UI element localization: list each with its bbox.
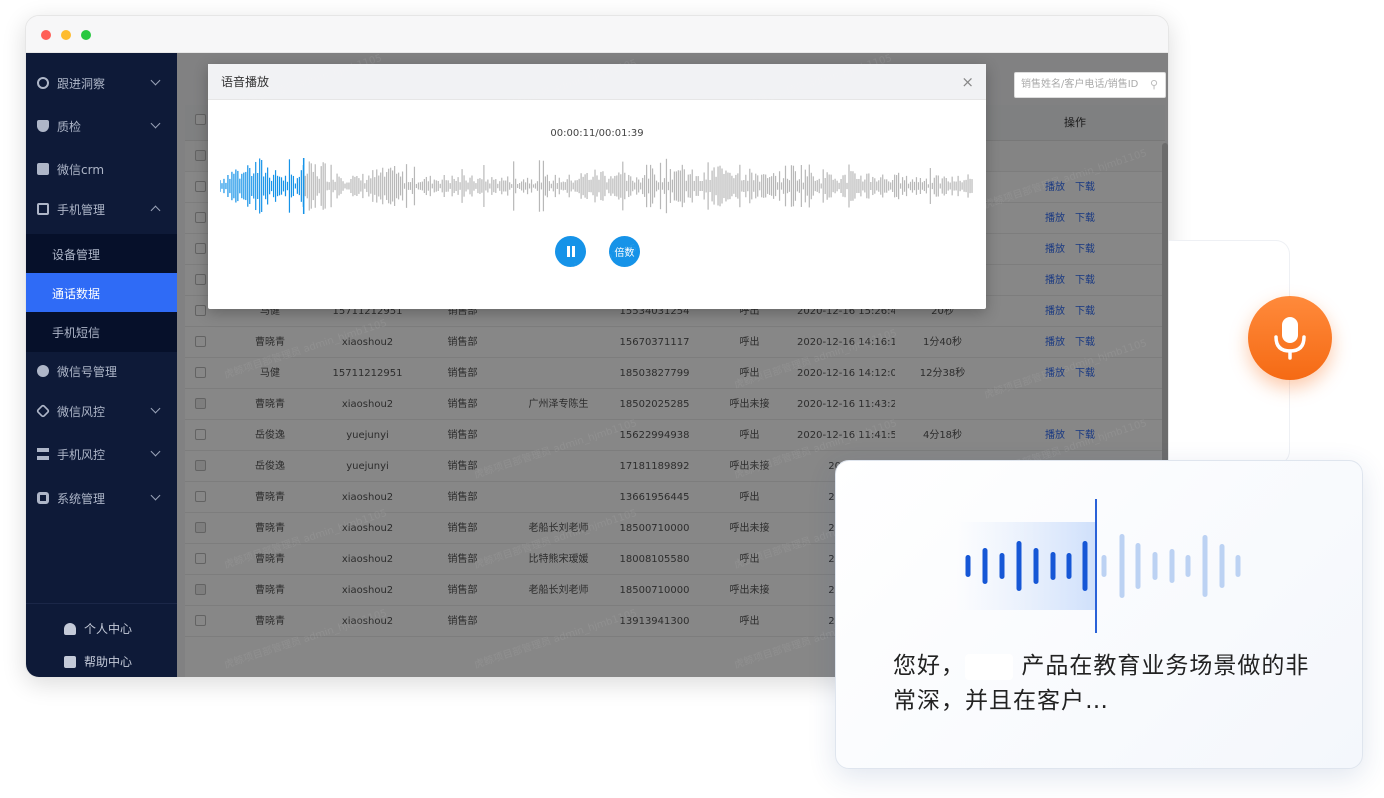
minimize-window-dot[interactable] [61, 30, 71, 40]
sidebar-subitem-label: 手机短信 [52, 325, 101, 340]
voice-bar [1235, 555, 1241, 577]
microphone-button[interactable] [1248, 296, 1332, 380]
sidebar-subitem-call-data[interactable]: 通话数据 [26, 273, 177, 313]
audio-waveform[interactable] [220, 156, 974, 216]
sidebar-item-qc[interactable]: 质检 [26, 106, 177, 146]
sidebar-item-insight[interactable]: 跟进洞察 [26, 63, 177, 103]
phone-risk-icon [37, 448, 49, 460]
sidebar-item-system[interactable]: 系统管理 [26, 478, 177, 518]
voice-bar [1033, 548, 1039, 584]
help-icon [64, 655, 76, 668]
voice-bar [1169, 549, 1175, 583]
sidebar-subitem-label: 通话数据 [52, 286, 101, 301]
voice-bar [1135, 543, 1141, 589]
sidebar-item-phone-risk[interactable]: 手机风控 [26, 434, 177, 474]
voice-bar [1101, 555, 1107, 577]
shield-icon [37, 120, 49, 132]
sidebar-item-label: 跟进洞察 [57, 76, 106, 91]
insight-icon [37, 77, 49, 89]
user-icon [64, 622, 76, 635]
chevron-up-icon [150, 205, 161, 216]
sidebar-item-wechat-crm[interactable]: 微信crm [26, 149, 177, 189]
transcript-before: 您好， [893, 653, 965, 679]
transcript-text: 您好， 产品在教育业务场景做的非常深，并且在客户… [893, 649, 1323, 719]
risk-icon [35, 403, 51, 419]
audio-player-modal: 语音播放 × 00:00:11/00:01:39 倍数 [208, 64, 986, 309]
sidebar-item-wechat-accounts[interactable]: 微信号管理 [26, 351, 177, 391]
wave-highlight [956, 522, 1096, 610]
close-window-dot[interactable] [41, 30, 51, 40]
sidebar-item-label: 微信crm [57, 162, 105, 177]
crm-icon [37, 163, 49, 175]
sidebar-subitem-device[interactable]: 设备管理 [26, 234, 177, 274]
voice-bar [1202, 535, 1208, 597]
personal-center-label: 个人中心 [84, 622, 133, 636]
voice-bar [1082, 541, 1088, 591]
maximize-window-dot[interactable] [81, 30, 91, 40]
phone-icon [37, 203, 49, 215]
chevron-down-icon [150, 446, 161, 457]
pause-icon [566, 246, 575, 257]
voice-bar [1219, 544, 1225, 588]
sidebar-footer: 个人中心 帮助中心 [26, 603, 177, 677]
modal-header: 语音播放 × [208, 64, 986, 100]
sidebar-item-label: 手机风控 [57, 447, 106, 462]
help-center-label: 帮助中心 [84, 655, 133, 669]
modal-title: 语音播放 [221, 75, 270, 89]
voice-bar [982, 548, 988, 584]
voice-bar [1066, 553, 1072, 579]
sidebar-item-label: 系统管理 [57, 491, 106, 506]
chevron-down-icon [150, 118, 161, 129]
search-input[interactable]: 销售姓名/客户电话/销售ID [1014, 72, 1166, 98]
voice-bar [1152, 552, 1158, 580]
voice-bar [965, 555, 971, 577]
help-center-link[interactable]: 帮助中心 [64, 653, 132, 670]
sidebar-subitem-sms[interactable]: 手机短信 [26, 312, 177, 352]
window-titlebar [26, 16, 1168, 53]
sidebar-item-wechat-risk[interactable]: 微信风控 [26, 391, 177, 431]
sidebar-item-label: 手机管理 [57, 202, 106, 217]
pause-button[interactable] [555, 236, 586, 267]
voice-bar [1119, 534, 1125, 598]
sidebar: 跟进洞察 质检 微信crm 手机管理 设备管理 通话数据 手机短信 微信号管理 [26, 53, 177, 677]
sidebar-item-label: 质检 [57, 119, 82, 134]
voice-bar [1050, 552, 1056, 580]
voice-wave-icon [956, 499, 1241, 633]
sidebar-item-label: 微信号管理 [57, 364, 118, 379]
speech-recognition-card: 您好， 产品在教育业务场景做的非常深，并且在客户… [835, 460, 1363, 769]
sidebar-item-phone-mgmt[interactable]: 手机管理 [26, 189, 177, 229]
search-icon[interactable]: ⚲ [1150, 78, 1158, 91]
personal-center-link[interactable]: 个人中心 [64, 620, 132, 637]
settings-icon [37, 492, 49, 504]
voice-bar [1016, 541, 1022, 591]
chevron-down-icon [150, 403, 161, 414]
microphone-icon [1274, 317, 1306, 360]
playback-time: 00:00:11/00:01:39 [550, 128, 644, 139]
voice-bar [1185, 555, 1191, 577]
chevron-down-icon [150, 75, 161, 86]
voice-bar [999, 553, 1005, 579]
close-icon[interactable]: × [961, 64, 974, 100]
sidebar-item-label: 微信风控 [57, 404, 106, 419]
speed-button[interactable]: 倍数 [609, 236, 640, 267]
chevron-down-icon [150, 490, 161, 501]
sidebar-subitem-label: 设备管理 [52, 247, 101, 262]
redacted-block [965, 653, 1013, 680]
chat-icon [37, 365, 49, 377]
